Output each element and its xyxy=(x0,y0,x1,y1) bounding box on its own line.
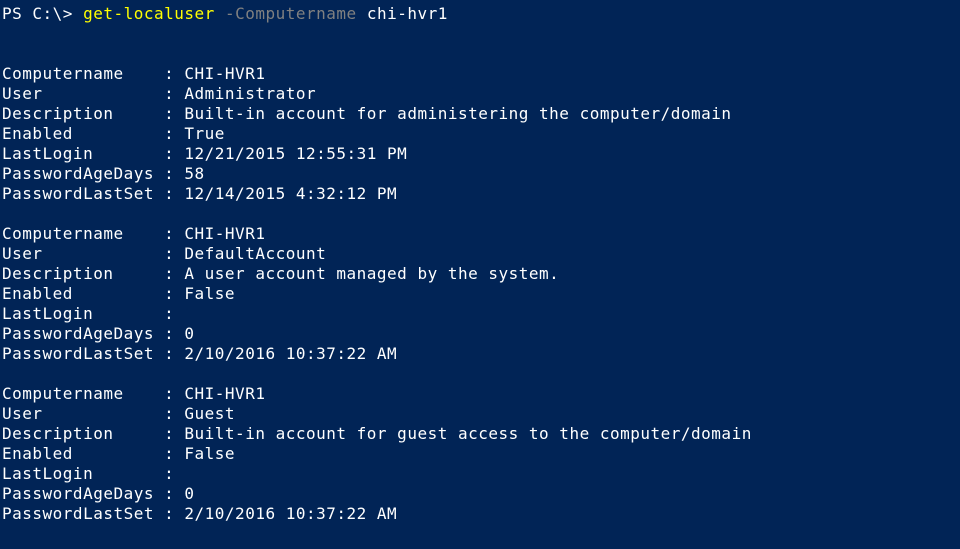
cmd-parameter: -Computername xyxy=(225,4,357,23)
powershell-console[interactable]: PS C:\> get-localuser -Computername chi-… xyxy=(0,0,960,528)
output-block: Computername : CHI-HVR1 User : Administr… xyxy=(2,44,958,524)
space xyxy=(215,4,225,23)
cmdlet-name: get-localuser xyxy=(83,4,215,23)
space xyxy=(357,4,367,23)
prompt-prefix: PS C:\> xyxy=(2,4,83,23)
cmd-argument: chi-hvr1 xyxy=(367,4,448,23)
